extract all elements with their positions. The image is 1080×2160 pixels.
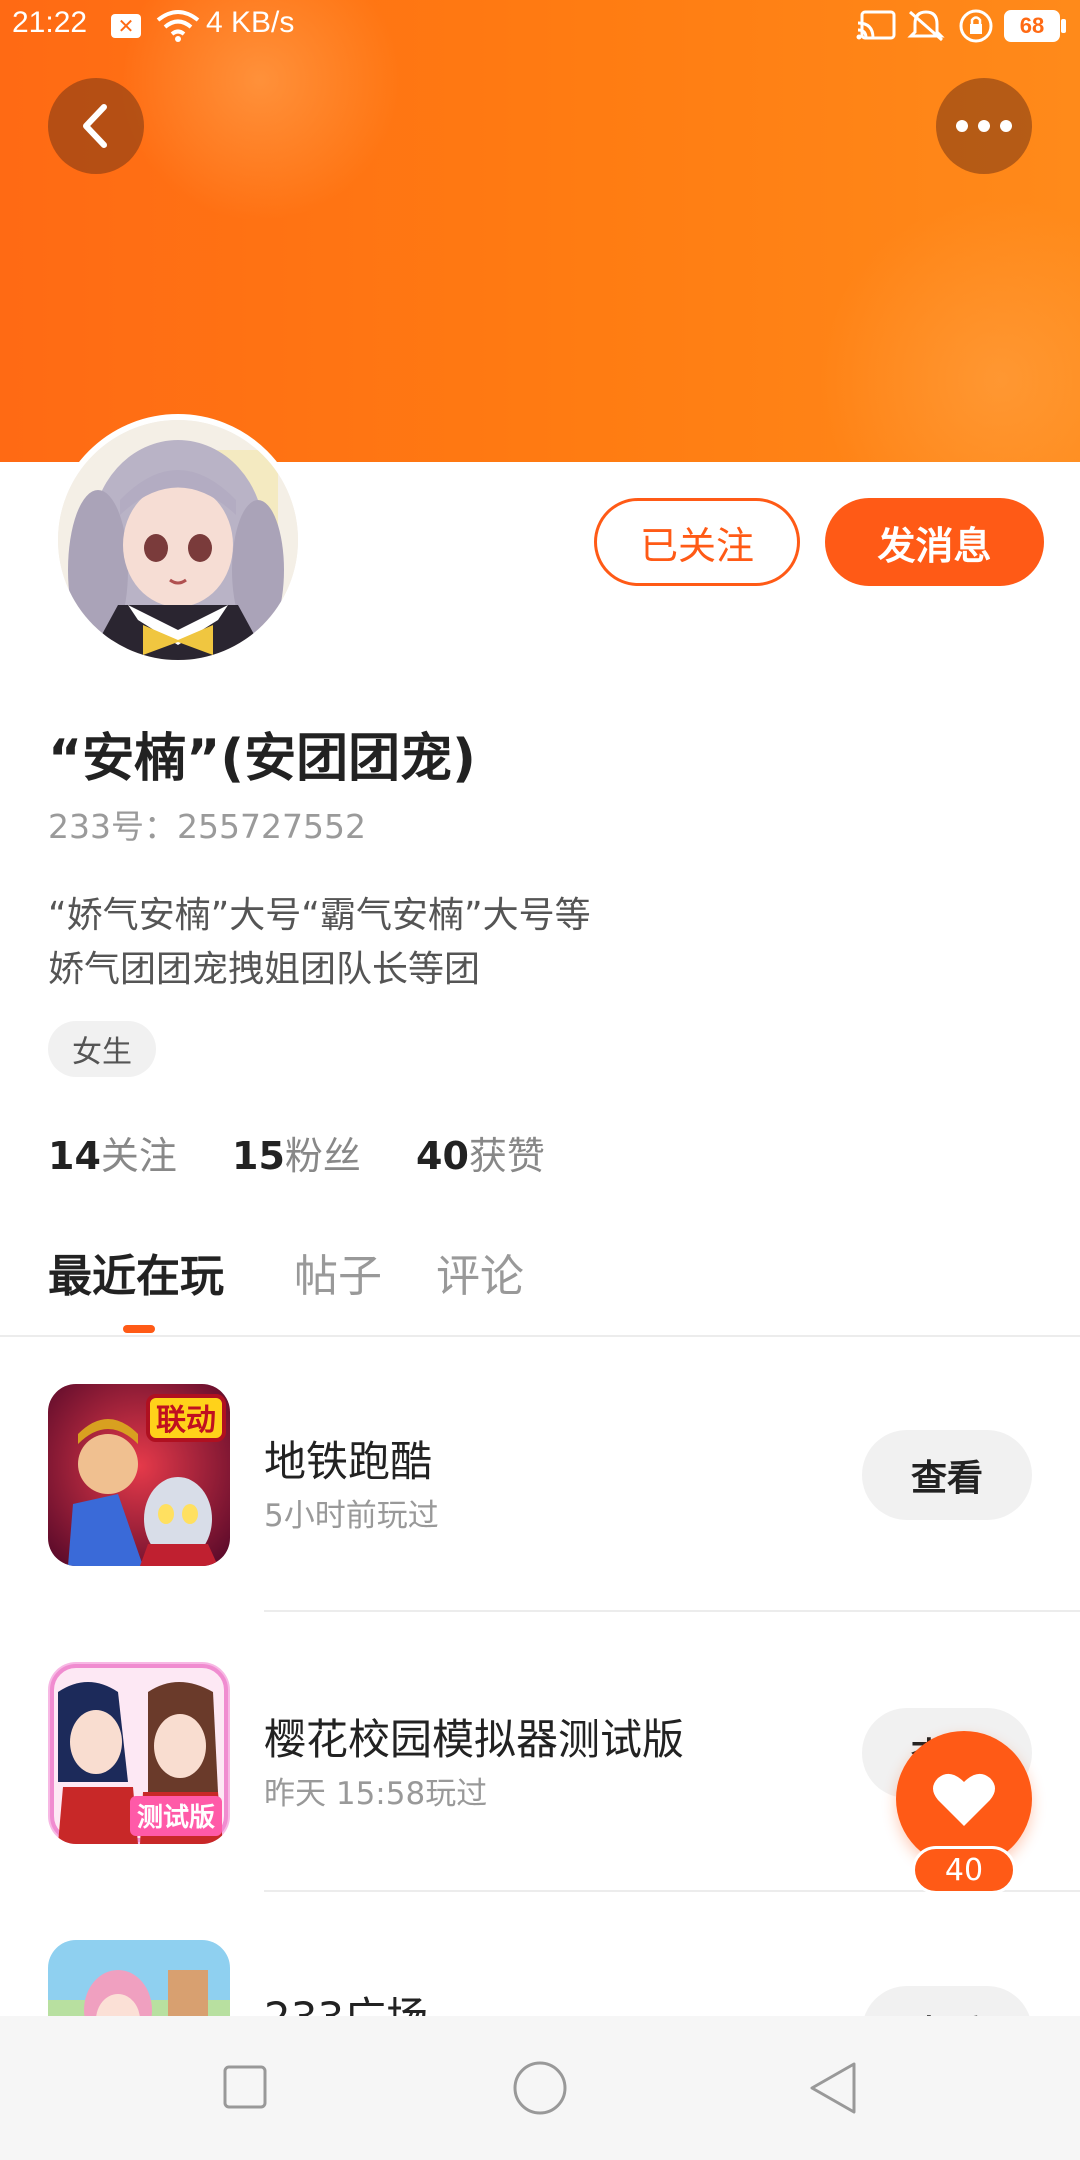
mute-bell-icon xyxy=(907,10,945,42)
likes-stat: 40获赞 xyxy=(416,1125,545,1180)
tabs-divider xyxy=(0,1335,1080,1337)
game-1-view-button[interactable]: 查看 xyxy=(862,1430,1032,1520)
gender-tag: 女生 xyxy=(48,1021,156,1077)
game-1-icon-art: 联动 xyxy=(48,1384,230,1566)
following-label: 关注 xyxy=(100,1134,177,1178)
bio-line-1: “娇气安楠”大号“霸气安楠”大号等 xyxy=(48,895,591,936)
tab-active-indicator xyxy=(123,1325,155,1333)
following-count: 14 xyxy=(48,1134,101,1178)
back-nav-icon[interactable] xyxy=(808,2060,858,2116)
send-message-button[interactable]: 发消息 xyxy=(825,498,1044,586)
wifi-icon xyxy=(156,10,200,42)
game-1-badge: 联动 xyxy=(156,1403,216,1438)
recent-apps-icon[interactable] xyxy=(222,2064,268,2110)
back-button[interactable] xyxy=(48,78,144,174)
game-icon-subway-surfers[interactable]: 联动 xyxy=(48,1384,230,1566)
game-1-last-played: 5小时前玩过 xyxy=(264,1498,439,1534)
cast-icon xyxy=(856,10,896,40)
more-dots-icon xyxy=(956,120,1012,132)
likes-count: 40 xyxy=(416,1134,469,1178)
followed-button[interactable]: 已关注 xyxy=(594,498,800,586)
more-button[interactable] xyxy=(936,78,1032,174)
notification-icon: ✕ xyxy=(111,14,141,38)
like-count-badge: 40 xyxy=(912,1846,1016,1894)
game-2-title: 樱花校园模拟器测试版 xyxy=(264,1715,685,1764)
list-divider xyxy=(264,1610,1080,1612)
tab-comments[interactable]: 评论 xyxy=(436,1240,524,1304)
game-icon-sakura-school[interactable]: 测试版 xyxy=(48,1662,230,1844)
fans-label: 粉丝 xyxy=(284,1134,361,1178)
fans-count: 15 xyxy=(232,1134,285,1178)
game-1-title: 地铁跑酷 xyxy=(264,1437,433,1486)
game-2-icon-art: 测试版 xyxy=(48,1662,230,1844)
battery-icon: 68 xyxy=(1004,10,1060,42)
profile-header-banner xyxy=(0,0,1080,462)
bio-line-2: 娇气团团宠拽姐团队长等团 xyxy=(48,949,481,990)
following-stat[interactable]: 14关注 xyxy=(48,1125,177,1180)
chevron-left-icon xyxy=(83,104,107,148)
rotation-lock-icon xyxy=(959,9,993,43)
avatar-illustration xyxy=(58,420,298,660)
game-2-last-played: 昨天 15:58玩过 xyxy=(264,1776,488,1812)
heart-icon xyxy=(933,1773,995,1826)
home-icon[interactable] xyxy=(512,2060,568,2116)
likes-label: 获赞 xyxy=(468,1134,545,1178)
status-time: 21:22 xyxy=(12,6,88,39)
battery-tip xyxy=(1061,19,1066,33)
game-2-badge: 测试版 xyxy=(137,1803,215,1833)
system-nav-bar xyxy=(0,2016,1080,2160)
tab-posts[interactable]: 帖子 xyxy=(294,1240,382,1304)
net-speed: 4 KB/s xyxy=(206,6,295,39)
fans-stat[interactable]: 15粉丝 xyxy=(232,1125,361,1180)
profile-name: “安楠”(安团团宠) xyxy=(48,729,476,789)
avatar[interactable] xyxy=(52,414,304,666)
profile-id: 233号：255727552 xyxy=(48,807,366,846)
battery-level: 68 xyxy=(1019,13,1045,38)
tab-recent-played[interactable]: 最近在玩 xyxy=(48,1240,224,1304)
